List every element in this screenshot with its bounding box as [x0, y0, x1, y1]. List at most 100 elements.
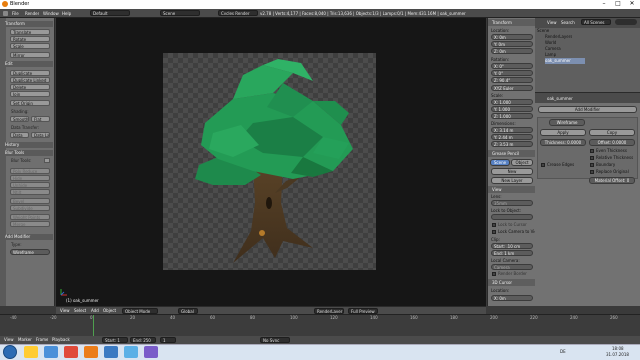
rotate-button[interactable]: Rotate	[10, 36, 50, 42]
blur-tool-button[interactable]: Poly Reduce	[10, 168, 50, 174]
material-offset-field[interactable]: Material Offset: 0	[589, 177, 635, 184]
join-button[interactable]: Join	[10, 91, 50, 97]
copy-button[interactable]: Copy	[589, 129, 635, 136]
tl-menu-frame[interactable]: Frame	[36, 337, 48, 342]
blur-tools-toggle[interactable]	[44, 158, 50, 163]
clip-end-field[interactable]: End: 1 km	[491, 250, 533, 256]
blur-tool-button[interactable]: Unhide	[10, 182, 50, 188]
relative-thickness-checkbox[interactable]	[590, 156, 594, 160]
rotation-y-field[interactable]: Y: 0°	[491, 70, 533, 76]
add-modifier-button[interactable]: Add Modifier	[538, 106, 637, 113]
blender-taskbar-icon[interactable]	[84, 346, 98, 358]
transform-header[interactable]: Transform	[488, 19, 536, 26]
taskbar-app-icon[interactable]	[124, 346, 138, 358]
translate-button[interactable]: Translate	[10, 29, 50, 35]
editor-type-icon[interactable]	[3, 11, 8, 16]
blur-tool-button[interactable]: Bevel	[10, 198, 50, 204]
blur-tool-button[interactable]: Merge	[10, 221, 50, 227]
duplicate-linked-button[interactable]: Duplicate Linked	[10, 77, 50, 83]
grease-scene-tab[interactable]: Scene	[490, 159, 510, 166]
clock-time[interactable]: 18:08	[612, 346, 624, 351]
vp-menu-view[interactable]: View	[60, 308, 70, 313]
outliner-search-input[interactable]	[615, 19, 637, 25]
replace-original-checkbox[interactable]	[590, 170, 594, 174]
edit-panel-header[interactable]: Edit	[1, 61, 53, 67]
render-engine-select[interactable]: Cycles Render	[218, 10, 258, 16]
tl-menu-view[interactable]: View	[4, 337, 14, 342]
data-layout-button[interactable]: Data La	[31, 132, 50, 138]
menu-file[interactable]: File	[12, 11, 19, 16]
thickness-field[interactable]: Thickness: 0.0000	[540, 139, 586, 146]
vp-menu-object[interactable]: Object	[103, 308, 116, 313]
menu-window[interactable]: Window	[43, 11, 59, 16]
start-frame-field[interactable]: Start: 1	[102, 337, 128, 343]
render-border-checkbox[interactable]	[492, 272, 496, 276]
explorer-taskbar-icon[interactable]	[24, 346, 38, 358]
apply-button[interactable]: Apply	[540, 129, 586, 136]
modifier-type-select[interactable]: Wireframe	[10, 249, 50, 255]
outliner-item-oak-summer[interactable]: oak_summer	[545, 58, 585, 64]
scene-select[interactable]: Scene	[160, 10, 200, 16]
chrome-taskbar-icon[interactable]	[64, 346, 78, 358]
rotation-x-field[interactable]: X: 0°	[491, 63, 533, 69]
duplicate-button[interactable]: Duplicate	[10, 70, 50, 76]
grease-new-button[interactable]: New	[491, 168, 533, 175]
start-button[interactable]	[3, 345, 17, 359]
grease-object-tab[interactable]: Object	[511, 159, 533, 166]
outliner-search-menu[interactable]: Search	[561, 20, 575, 25]
taskbar-app-icon[interactable]	[104, 346, 118, 358]
delete-button[interactable]: Delete	[10, 84, 50, 90]
minimize-button[interactable]: –	[598, 0, 610, 8]
add-modifier-panel-header[interactable]: Add Modifier	[1, 234, 53, 240]
cursor-x-field[interactable]: X: 0m	[491, 295, 533, 301]
offset-field[interactable]: Offset: 0.0000	[589, 139, 635, 146]
vp-menu-add[interactable]: Add	[91, 308, 99, 313]
data-button[interactable]: Data	[10, 132, 29, 138]
tl-menu-playback[interactable]: Playback	[52, 337, 70, 342]
blur-tool-button[interactable]: Weight Points	[10, 214, 50, 220]
lens-field[interactable]: 35mm	[491, 200, 533, 206]
blur-tool-button[interactable]: Hide	[10, 175, 50, 181]
location-y-field[interactable]: Y: 0m	[491, 41, 533, 47]
location-x-field[interactable]: X: 0m	[491, 34, 533, 40]
lock-cursor-checkbox[interactable]	[492, 223, 496, 227]
menu-render[interactable]: Render	[25, 11, 39, 16]
scale-y-field[interactable]: Y: 1.000	[491, 106, 533, 112]
tl-menu-marker[interactable]: Marker	[18, 337, 32, 342]
vp-menu-select[interactable]: Select	[74, 308, 86, 313]
flat-button[interactable]: Flat	[31, 116, 50, 122]
location-z-field[interactable]: Z: 0m	[491, 48, 533, 54]
dimensions-y-field[interactable]: Y: 2.44 m	[491, 134, 533, 140]
rotation-z-field[interactable]: Z: 90.4°	[491, 77, 533, 83]
sync-select[interactable]: No Sync	[260, 337, 290, 343]
dimensions-z-field[interactable]: Z: 3.53 m	[491, 141, 533, 147]
outliner-display-select[interactable]: All Scenes	[581, 19, 611, 25]
end-frame-field[interactable]: End: 250	[130, 337, 156, 343]
new-layer-button[interactable]: New Layer	[491, 177, 533, 184]
maximize-button[interactable]: □	[612, 0, 624, 8]
blur-tools-panel-header[interactable]: Blur Tools	[1, 150, 53, 156]
local-camera-field[interactable]: Camera	[491, 264, 533, 270]
history-panel-header[interactable]: History	[1, 142, 53, 148]
close-button[interactable]: ✕	[626, 0, 638, 8]
scale-x-field[interactable]: X: 1.000	[491, 99, 533, 105]
taskbar-app-icon[interactable]	[144, 346, 158, 358]
grease-pencil-header[interactable]: Grease Pencil	[488, 150, 536, 157]
crease-edges-checkbox[interactable]	[541, 163, 545, 167]
current-frame-field[interactable]: 1	[160, 337, 176, 343]
scale-button[interactable]: Scale	[10, 43, 50, 49]
set-origin-button[interactable]: Set Origin	[10, 100, 50, 106]
language-indicator[interactable]: DE	[560, 349, 566, 354]
blur-tool-button[interactable]: Subdivide	[10, 205, 50, 211]
clock-date[interactable]: 31.07.2018	[606, 352, 629, 357]
even-thickness-checkbox[interactable]	[590, 149, 594, 153]
scale-z-field[interactable]: Z: 1.000	[491, 113, 533, 119]
rotation-mode-select[interactable]: XYZ Euler	[491, 85, 533, 91]
smooth-button[interactable]: Smooth	[10, 116, 29, 122]
outliner-view-menu[interactable]: View	[547, 20, 557, 25]
mirror-button[interactable]: Mirror	[10, 52, 50, 58]
taskbar-app-icon[interactable]	[44, 346, 58, 358]
3d-cursor-header[interactable]: 3D Cursor	[488, 279, 536, 286]
clip-start-field[interactable]: Start: .10 cm	[491, 243, 533, 249]
transform-panel-header[interactable]: Transform	[1, 21, 53, 27]
